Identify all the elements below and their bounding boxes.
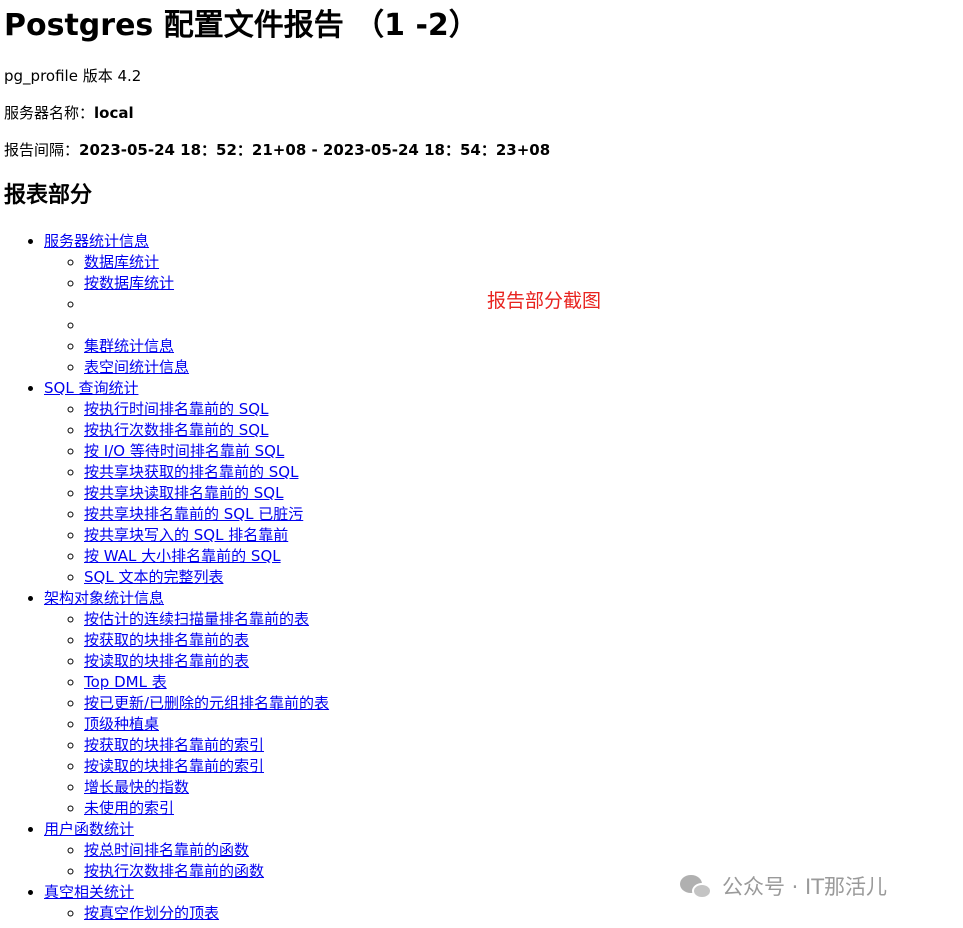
toc-link-sql-by-shared-fetched[interactable]: 按共享块获取的排名靠前的 SQL bbox=[84, 463, 298, 481]
toc-link-tablespace-stats[interactable]: 表空间统计信息 bbox=[84, 358, 189, 376]
toc-link-top-tables-by-vacuum[interactable]: 按真空作划分的顶表 bbox=[84, 904, 219, 922]
toc-link-cluster-stats[interactable]: 集群统计信息 bbox=[84, 337, 174, 355]
toc-sublist-vacuum-stats: 按真空作划分的顶表 bbox=[44, 903, 329, 924]
toc-item: 按共享块排名靠前的 SQL 已脏污 bbox=[84, 504, 329, 525]
toc-link-unused-indexes[interactable]: 未使用的索引 bbox=[84, 799, 174, 817]
toc-sublist-server-stats: 数据库统计 按数据库统计 集群统计信息 表空间统计信息 bbox=[44, 252, 329, 378]
wechat-icon bbox=[680, 873, 714, 901]
toc-item: 按 WAL 大小排名靠前的 SQL bbox=[84, 546, 329, 567]
toc-link-sql-stats[interactable]: SQL 查询统计 bbox=[44, 379, 138, 397]
toc-link-sql-by-shared-read[interactable]: 按共享块读取排名靠前的 SQL bbox=[84, 484, 283, 502]
toc-item: SQL 文本的完整列表 bbox=[84, 567, 329, 588]
toc-link-functions-by-exec-count[interactable]: 按执行次数排名靠前的函数 bbox=[84, 862, 264, 880]
toc-link-functions-by-total-time[interactable]: 按总时间排名靠前的函数 bbox=[84, 841, 249, 859]
toc-item: 按共享块写入的 SQL 排名靠前 bbox=[84, 525, 329, 546]
toc-item: 按数据库统计 bbox=[84, 273, 329, 294]
toc-link-by-database-stats[interactable]: 按数据库统计 bbox=[84, 274, 174, 292]
report-interval-line: 报告间隔：2023-05-24 18：52：21+08 - 2023-05-24… bbox=[4, 140, 550, 160]
toc-link-sql-by-shared-written[interactable]: 按共享块写入的 SQL 排名靠前 bbox=[84, 526, 288, 544]
toc-link-tables-by-blocks-read[interactable]: 按读取的块排名靠前的表 bbox=[84, 652, 249, 670]
page-title: Postgres 配置文件报告 （1 -2） bbox=[4, 8, 479, 43]
watermark: 公众号 · IT那活儿 bbox=[680, 872, 887, 902]
report-sections-toc: 服务器统计信息 数据库统计 按数据库统计 集群统计信息 表空间统计信息 SQL … bbox=[4, 231, 329, 924]
toc-link-sql-by-wal-size[interactable]: 按 WAL 大小排名靠前的 SQL bbox=[84, 547, 281, 565]
toc-link-sql-by-io-wait[interactable]: 按 I/O 等待时间排名靠前 SQL bbox=[84, 442, 284, 460]
toc-item: 按估计的连续扫描量排名靠前的表 bbox=[84, 609, 329, 630]
watermark-text: 公众号 · IT那活儿 bbox=[722, 875, 888, 899]
annotation-note: 报告部分截图 bbox=[487, 290, 602, 312]
toc-group-server-stats: 服务器统计信息 数据库统计 按数据库统计 集群统计信息 表空间统计信息 bbox=[44, 231, 329, 378]
toc-link-tables-by-blocks-fetched[interactable]: 按获取的块排名靠前的表 bbox=[84, 631, 249, 649]
toc-sublist-schema-stats: 按估计的连续扫描量排名靠前的表 按获取的块排名靠前的表 按读取的块排名靠前的表 … bbox=[44, 609, 329, 819]
toc-item: 按获取的块排名靠前的表 bbox=[84, 630, 329, 651]
toc-item: 按读取的块排名靠前的索引 bbox=[84, 756, 329, 777]
server-name-label: 服务器名称： bbox=[4, 104, 95, 122]
toc-link-sql-by-exec-time[interactable]: 按执行时间排名靠前的 SQL bbox=[84, 400, 268, 418]
version-text: pg_profile 版本 4.2 bbox=[4, 67, 142, 85]
report-interval-label: 报告间隔： bbox=[4, 141, 80, 159]
toc-item: Top DML 表 bbox=[84, 672, 329, 693]
toc-link-sql-by-exec-count[interactable]: 按执行次数排名靠前的 SQL bbox=[84, 421, 268, 439]
toc-item: 按执行次数排名靠前的函数 bbox=[84, 861, 329, 882]
toc-item: 顶级种植桌 bbox=[84, 714, 329, 735]
toc-item: 数据库统计 bbox=[84, 252, 329, 273]
report-sections-title: 报表部分 bbox=[4, 183, 93, 208]
toc-sublist-function-stats: 按总时间排名靠前的函数 按执行次数排名靠前的函数 bbox=[44, 840, 329, 882]
toc-item: 按执行时间排名靠前的 SQL bbox=[84, 399, 329, 420]
toc-link-indexes-by-blocks-fetched[interactable]: 按获取的块排名靠前的索引 bbox=[84, 736, 264, 754]
toc-link-top-growing-tables[interactable]: 顶级种植桌 bbox=[84, 715, 159, 733]
toc-sublist-sql-stats: 按执行时间排名靠前的 SQL 按执行次数排名靠前的 SQL 按 I/O 等待时间… bbox=[44, 399, 329, 588]
toc-item-empty bbox=[84, 315, 329, 336]
toc-link-indexes-by-blocks-read[interactable]: 按读取的块排名靠前的索引 bbox=[84, 757, 264, 775]
toc-link-server-stats[interactable]: 服务器统计信息 bbox=[44, 232, 149, 250]
toc-link-function-stats[interactable]: 用户函数统计 bbox=[44, 820, 134, 838]
toc-link-sql-by-shared-dirtied[interactable]: 按共享块排名靠前的 SQL 已脏污 bbox=[84, 505, 303, 523]
toc-link-vacuum-stats[interactable]: 真空相关统计 bbox=[44, 883, 134, 901]
toc-item: 按共享块获取的排名靠前的 SQL bbox=[84, 462, 329, 483]
toc-item: 按共享块读取排名靠前的 SQL bbox=[84, 483, 329, 504]
toc-item: 按真空作划分的顶表 bbox=[84, 903, 329, 924]
toc-link-top-dml-tables[interactable]: Top DML 表 bbox=[84, 673, 167, 691]
toc-item: 集群统计信息 bbox=[84, 336, 329, 357]
toc-group-sql-stats: SQL 查询统计 按执行时间排名靠前的 SQL 按执行次数排名靠前的 SQL 按… bbox=[44, 378, 329, 588]
toc-item: 按 I/O 等待时间排名靠前 SQL bbox=[84, 441, 329, 462]
toc-link-database-stats[interactable]: 数据库统计 bbox=[84, 253, 159, 271]
server-name-line: 服务器名称：local bbox=[4, 103, 134, 123]
toc-group-function-stats: 用户函数统计 按总时间排名靠前的函数 按执行次数排名靠前的函数 bbox=[44, 819, 329, 882]
toc-item: 按执行次数排名靠前的 SQL bbox=[84, 420, 329, 441]
toc-group-schema-stats: 架构对象统计信息 按估计的连续扫描量排名靠前的表 按获取的块排名靠前的表 按读取… bbox=[44, 588, 329, 819]
toc-link-schema-stats[interactable]: 架构对象统计信息 bbox=[44, 589, 164, 607]
toc-group-vacuum-stats: 真空相关统计 按真空作划分的顶表 bbox=[44, 882, 329, 924]
toc-item: 按已更新/已删除的元组排名靠前的表 bbox=[84, 693, 329, 714]
toc-item: 按总时间排名靠前的函数 bbox=[84, 840, 329, 861]
report-page: Postgres 配置文件报告 （1 -2） pg_profile 版本 4.2… bbox=[4, 0, 954, 922]
toc-item: 按读取的块排名靠前的表 bbox=[84, 651, 329, 672]
toc-link-top-growing-indexes[interactable]: 增长最快的指数 bbox=[84, 778, 189, 796]
toc-item: 按获取的块排名靠前的索引 bbox=[84, 735, 329, 756]
toc-item-empty bbox=[84, 294, 329, 315]
toc-link-sql-full-text-list[interactable]: SQL 文本的完整列表 bbox=[84, 568, 223, 586]
toc-item: 未使用的索引 bbox=[84, 798, 329, 819]
toc-item: 表空间统计信息 bbox=[84, 357, 329, 378]
report-interval-value: 2023-05-24 18：52：21+08 - 2023-05-24 18：5… bbox=[79, 141, 551, 159]
toc-link-tables-by-upd-del-tuples[interactable]: 按已更新/已删除的元组排名靠前的表 bbox=[84, 694, 329, 712]
toc-link-tables-by-seq-scan[interactable]: 按估计的连续扫描量排名靠前的表 bbox=[84, 610, 309, 628]
server-name-value: local bbox=[94, 104, 134, 122]
toc-item: 增长最快的指数 bbox=[84, 777, 329, 798]
